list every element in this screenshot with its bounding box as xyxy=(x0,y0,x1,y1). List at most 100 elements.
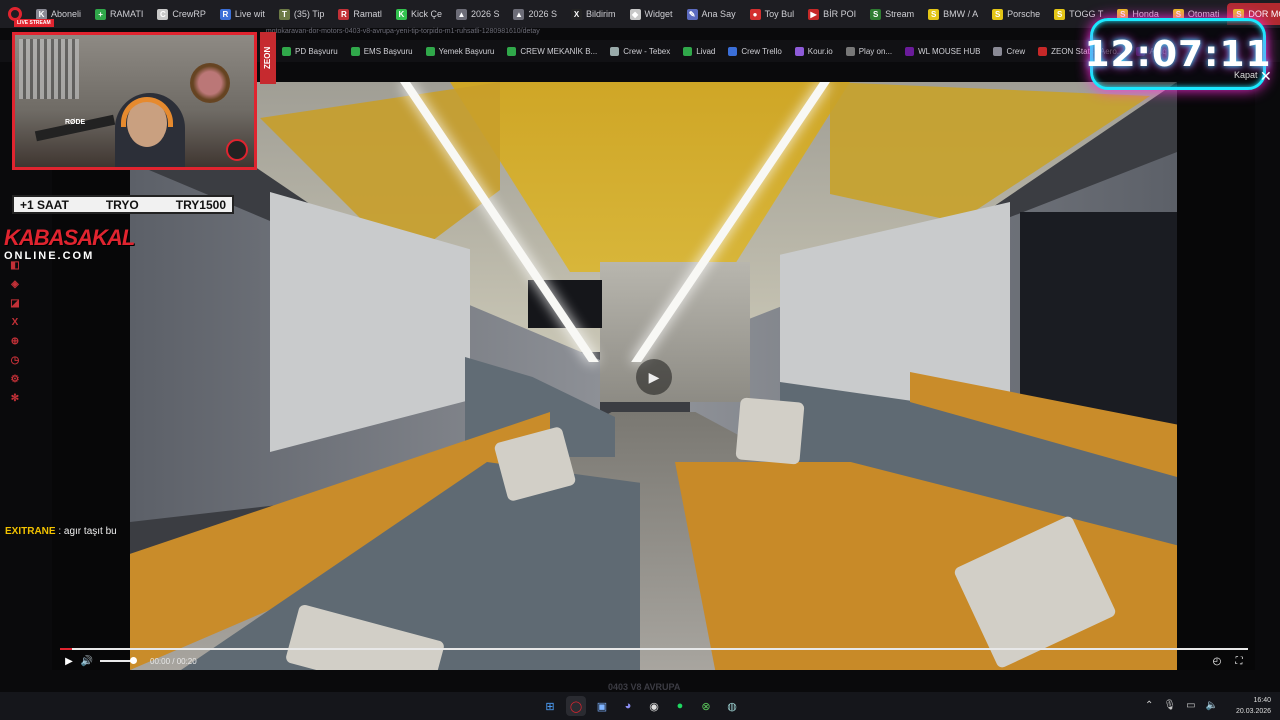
bookmark-favicon-icon xyxy=(610,46,620,56)
browser-tab[interactable]: K Kick Çe xyxy=(390,3,448,25)
discord-icon[interactable]: ◕ xyxy=(618,696,638,716)
bookmark-label: Kour.io xyxy=(807,46,833,56)
tab-label: Toy Bul xyxy=(764,9,795,19)
sidebar-settings-icon[interactable]: ✻ xyxy=(9,393,21,405)
browser-tab[interactable]: S Porsche xyxy=(986,3,1046,25)
video-player[interactable]: ▶ xyxy=(130,82,1177,670)
tray-mic-icon[interactable]: 🎙 xyxy=(1163,700,1176,711)
browser-tab[interactable]: T (35) Tip xyxy=(273,3,331,25)
bookmark-label: Crew Trello xyxy=(741,46,782,56)
obs-icon[interactable]: ◉ xyxy=(644,696,664,716)
file-explorer-icon[interactable]: ▣ xyxy=(592,696,612,716)
bookmark-label: Yemek Başvuru xyxy=(438,46,495,56)
volume-knob[interactable] xyxy=(130,657,137,664)
close-label[interactable]: Kapat xyxy=(1234,70,1258,80)
browser-tab[interactable]: X Bildirim xyxy=(565,3,622,25)
tab-label: Ramatl xyxy=(353,9,382,19)
xbox-icon[interactable]: ⊗ xyxy=(696,696,716,716)
bookmark-favicon-icon xyxy=(905,46,915,56)
system-tray: ⌃ 🎙 ▭ 🔈 xyxy=(1145,700,1218,711)
tab-label: TOGG T xyxy=(1069,9,1104,19)
tab-favicon-icon: K xyxy=(395,8,407,20)
sidebar-messenger-icon[interactable]: ◪ xyxy=(9,298,21,310)
screen: K Aboneli + RAMATI C CrewRP R Live wit T (35) Tip… xyxy=(0,0,1280,720)
browser-tab[interactable]: R Live wit xyxy=(214,3,271,25)
browser-tab[interactable]: + RAMATI xyxy=(89,3,149,25)
clock-date: 20.03.2026 xyxy=(1236,708,1272,715)
tab-favicon-icon: K xyxy=(36,8,47,20)
steam-icon[interactable]: ◍ xyxy=(722,696,742,716)
sidebar-history-icon[interactable]: ◷ xyxy=(9,355,21,367)
bookmark-item[interactable]: Crew - Tebex xyxy=(610,46,670,56)
video-controls: ▶ 🔊 00:00 / 00:20 ◴ ⛶ xyxy=(60,652,1248,670)
volume-slider[interactable] xyxy=(100,657,137,664)
sidebar-add-icon[interactable]: ⊕ xyxy=(9,336,21,348)
taskbar-clock[interactable]: 16:40 20.03.2026 xyxy=(1236,695,1271,717)
scene-back-wall xyxy=(600,262,750,402)
bookmark-item[interactable]: Kour.io xyxy=(794,46,833,56)
close-icon[interactable]: ✕ xyxy=(1260,68,1272,85)
webcam-channel-badge-icon xyxy=(226,139,248,161)
bookmark-item[interactable]: WL MOUSE HUB xyxy=(905,46,980,56)
volume-icon[interactable]: 🔊 xyxy=(78,653,96,669)
windows-taskbar: ⊞ ◯ ▣ ◕ ◉ ● ⊗ ◍ ⌃ 🎙 ▭ 🔈 16:40 20.03.2026 xyxy=(0,692,1280,720)
browser-tab[interactable]: ▲ 2026 S xyxy=(507,3,563,25)
mic-brand-label: RØDE xyxy=(65,119,86,126)
browser-tab[interactable]: S BMW / A xyxy=(922,3,984,25)
tray-network-icon[interactable]: ▭ xyxy=(1186,700,1195,711)
spotify-icon[interactable]: ● xyxy=(670,696,690,716)
tab-favicon-icon: ▲ xyxy=(513,8,525,20)
browser-tab[interactable]: C CrewRP xyxy=(151,3,212,25)
browser-tab[interactable]: ◆ Widget xyxy=(624,3,679,25)
bookmark-item[interactable]: EMS Başvuru xyxy=(350,46,413,56)
video-progress-bar[interactable] xyxy=(60,648,1248,650)
timer-text: 12:07:11 xyxy=(1084,33,1272,75)
play-overlay-icon[interactable]: ▶ xyxy=(636,359,672,395)
webcam-drum xyxy=(190,63,230,103)
browser-tab[interactable]: S Stream xyxy=(864,3,920,25)
chat-text: : agır taşıt bu xyxy=(58,526,117,537)
tab-favicon-icon: ● xyxy=(749,8,761,20)
bookmark-label: PD Başvuru xyxy=(295,46,338,56)
tab-label: Stream xyxy=(885,9,915,19)
tray-overflow-icon[interactable]: ⌃ xyxy=(1145,700,1153,711)
windows-start-icon[interactable]: ⊞ xyxy=(540,696,560,716)
video-caption: 0403 V8 AVRUPA xyxy=(608,682,681,692)
bookmark-item[interactable]: Yemek Başvuru xyxy=(425,46,495,56)
opera-icon[interactable]: ◯ xyxy=(566,696,586,716)
tab-label: DOR MOTO xyxy=(1248,9,1280,19)
browser-tab-strip: K Aboneli + RAMATI C CrewRP R Live wit T (35) Tip… xyxy=(0,0,1280,28)
zeon-tag: ZEON xyxy=(260,32,276,84)
live-stream-badge: LIVE STREAM xyxy=(14,19,54,27)
fullscreen-icon[interactable]: ⛶ xyxy=(1230,653,1248,669)
browser-tab[interactable]: ● Toy Bul xyxy=(744,3,801,25)
bookmark-item[interactable]: CREW MEKANİK B... xyxy=(507,46,597,56)
video-letterbox-left xyxy=(52,82,130,670)
tab-favicon-icon: C xyxy=(157,8,169,20)
bookmark-item[interactable]: Play on... xyxy=(845,46,893,56)
tab-favicon-icon: R xyxy=(219,8,231,20)
tab-favicon-icon: ▲ xyxy=(455,8,467,20)
tray-volume-icon[interactable]: 🔈 xyxy=(1206,700,1218,711)
sidebar-extensions-icon[interactable]: ⚙ xyxy=(9,374,21,386)
bookmark-label: Play on... xyxy=(858,46,893,56)
tab-label: Aboneli xyxy=(51,9,82,19)
browser-tab[interactable]: ▲ 2026 S xyxy=(450,3,506,25)
address-bar-url[interactable]: ...motokaravan-dor-motors-0403-v8-avrupa… xyxy=(260,28,540,40)
bookmark-item[interactable]: PD Başvuru xyxy=(282,46,338,56)
browser-tab[interactable]: ✎ Ana Say xyxy=(681,3,742,25)
tab-favicon-icon: S xyxy=(1054,8,1066,20)
tab-favicon-icon: S xyxy=(928,8,940,20)
taskbar-apps: ⊞ ◯ ▣ ◕ ◉ ● ⊗ ◍ xyxy=(540,696,742,716)
bookmark-item[interactable]: Crew xyxy=(993,46,1025,56)
bookmark-favicon-icon xyxy=(425,46,435,56)
browser-tab[interactable]: R Ramatl xyxy=(332,3,388,25)
video-progress-fill xyxy=(60,648,72,650)
bookmark-item[interactable]: Livad xyxy=(683,46,715,56)
playback-speed-icon[interactable]: ◴ xyxy=(1208,653,1226,669)
sidebar-x-icon[interactable]: X xyxy=(9,317,21,329)
play-button[interactable]: ▶ xyxy=(60,653,78,669)
sidebar-shield-icon[interactable]: ◈ xyxy=(9,279,21,291)
bookmark-item[interactable]: Crew Trello xyxy=(728,46,782,56)
browser-tab[interactable]: ▶ BİR POI xyxy=(802,3,862,25)
